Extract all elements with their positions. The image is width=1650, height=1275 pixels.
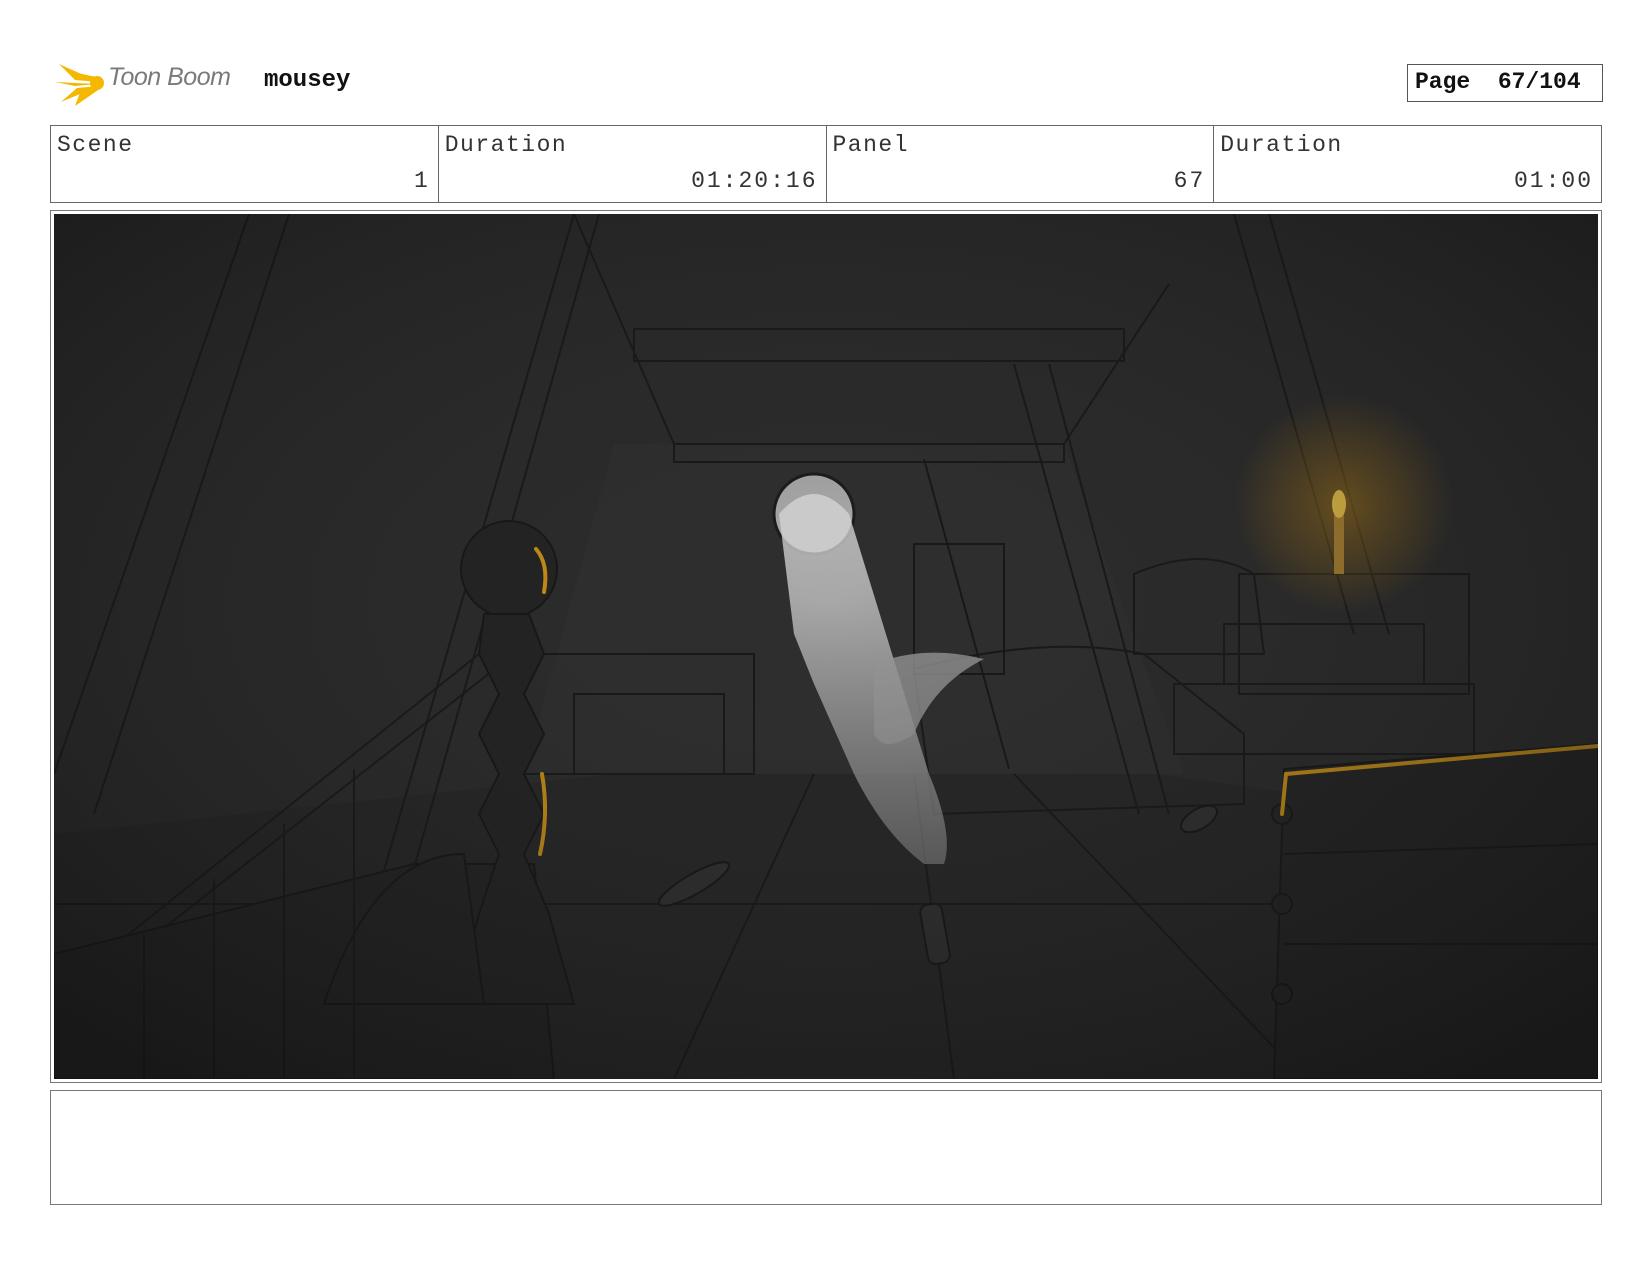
page-label: Page [1415,69,1471,95]
page-indicator: Page 67/104 [1407,64,1603,102]
project-title: mousey [264,67,351,94]
scene-duration-cell: Duration 01:20:16 [439,126,827,202]
scene-value: 1 [413,168,430,194]
panel-duration-label: Duration [1220,132,1343,158]
panel-duration-cell: Duration 01:00 [1214,126,1601,202]
page-header: Toon Boom mousey Page 67/104 [50,56,1603,106]
brand-name: Toon Boom [108,63,231,91]
page-number: 67/104 [1497,69,1581,95]
panel-label: Panel [832,132,910,158]
panel-notes-box [50,1090,1602,1205]
panel-value: 67 [1173,168,1206,194]
scene-duration-label: Duration [444,132,568,158]
panel-duration-value: 01:00 [1513,168,1593,194]
storyboard-info-row: Scene 1 Duration 01:20:16 Panel 67 Durat… [50,125,1602,203]
attic-scene-sketch [54,214,1598,1079]
scene-duration-value: 01:20:16 [691,168,818,194]
storyboard-panel-image [54,214,1598,1079]
scene-cell: Scene 1 [51,126,439,202]
scene-label: Scene [57,132,134,158]
panel-cell: Panel 67 [827,126,1215,202]
toon-boom-logo-icon [55,64,104,106]
